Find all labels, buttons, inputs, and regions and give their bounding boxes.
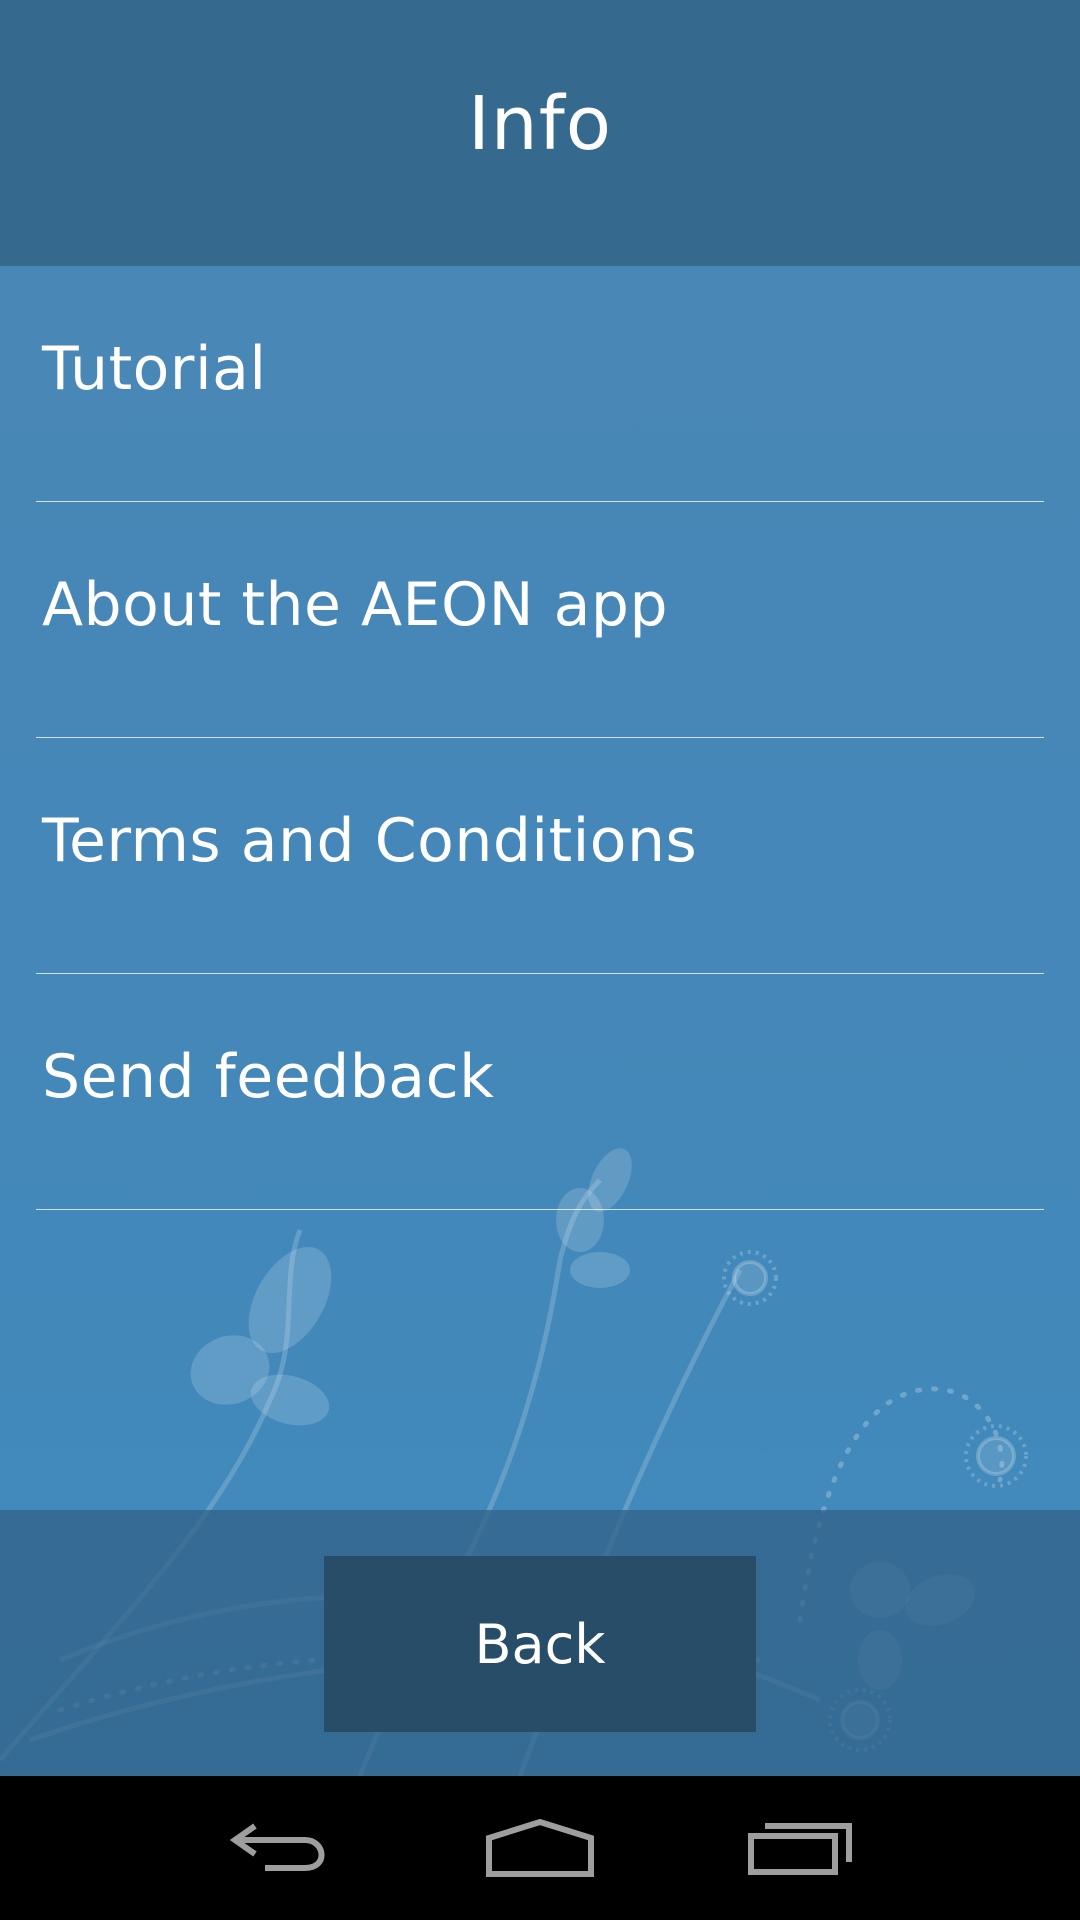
home-icon: [486, 1818, 594, 1877]
menu-item-label: Terms and Conditions: [42, 805, 698, 876]
menu-item-send-feedback[interactable]: Send feedback: [36, 974, 1044, 1210]
back-arrow-icon: [229, 1823, 325, 1871]
nav-recent-apps-button[interactable]: [740, 1808, 860, 1888]
nav-back-button[interactable]: [220, 1808, 340, 1888]
back-button[interactable]: Back: [324, 1556, 756, 1732]
app-screen: Info Tutorial About the AEON app Terms a…: [0, 0, 1080, 1776]
footer-bar: Back: [0, 1510, 1080, 1776]
menu-item-terms[interactable]: Terms and Conditions: [36, 738, 1044, 974]
android-navigation-bar: [0, 1776, 1080, 1920]
menu-item-tutorial[interactable]: Tutorial: [36, 266, 1044, 502]
menu-item-about[interactable]: About the AEON app: [36, 502, 1044, 738]
nav-home-button[interactable]: [480, 1808, 600, 1888]
header-bar: Info: [0, 0, 1080, 266]
page-title: Info: [467, 81, 613, 167]
menu-item-label: Send feedback: [42, 1041, 495, 1112]
info-menu-list: Tutorial About the AEON app Terms and Co…: [36, 266, 1044, 1210]
menu-item-label: About the AEON app: [42, 569, 669, 640]
recent-apps-icon: [748, 1823, 852, 1875]
menu-item-label: Tutorial: [42, 333, 267, 404]
